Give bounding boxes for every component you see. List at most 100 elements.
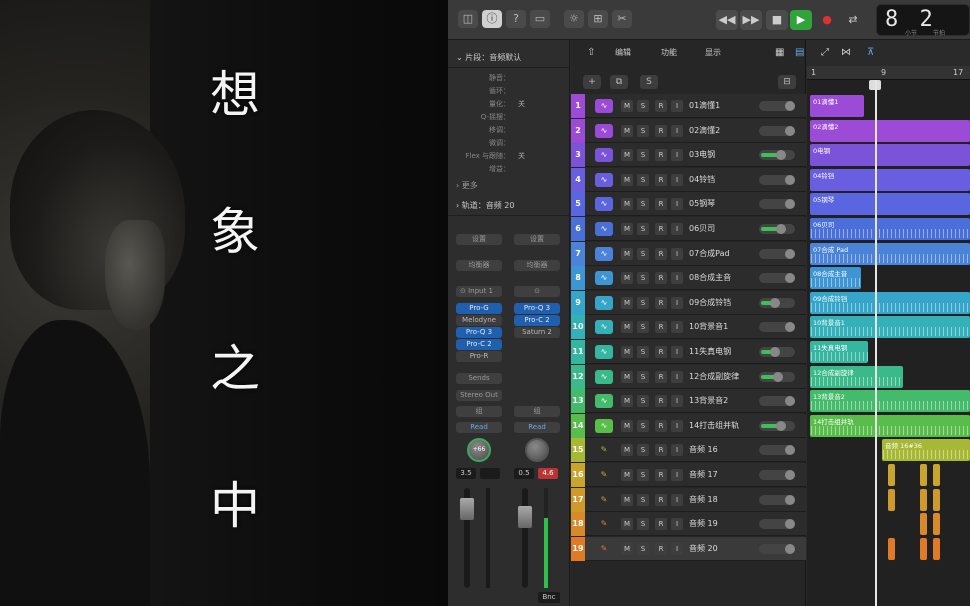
- playhead[interactable]: [875, 80, 877, 606]
- track-name[interactable]: 05钢琴: [689, 192, 715, 216]
- solo-button[interactable]: S: [637, 198, 649, 211]
- track-volume-slider[interactable]: [759, 420, 795, 431]
- track-volume-slider[interactable]: [759, 101, 795, 111]
- input-monitor-button[interactable]: I: [671, 272, 683, 285]
- track-name[interactable]: 14打击组并轨: [689, 414, 739, 438]
- track-header[interactable]: 3 ∿ M S R I 03电钢: [571, 143, 806, 168]
- track-header[interactable]: 7 ∿ M S R I 07合成Pad: [571, 241, 806, 266]
- audio-region[interactable]: 13背景音2: [810, 390, 970, 413]
- pan-knob[interactable]: +66: [467, 438, 491, 462]
- volume-knob[interactable]: [785, 199, 795, 210]
- audio-region-hit[interactable]: [933, 513, 940, 536]
- waveform-icon[interactable]: ∿: [595, 345, 613, 359]
- volume-fader[interactable]: [460, 498, 474, 520]
- audio-region[interactable]: 0电钢: [810, 144, 970, 167]
- solo-button[interactable]: S: [637, 542, 649, 555]
- audio-region[interactable]: 10背景音1: [810, 316, 970, 339]
- audio-region[interactable]: 02滴懂2: [810, 119, 970, 142]
- functions-menu[interactable]: 功能: [661, 47, 677, 58]
- mute-button[interactable]: M: [621, 518, 633, 531]
- track-header[interactable]: 13 ∿ M S R I 13背景音2: [571, 389, 806, 414]
- waveform-icon[interactable]: ∿: [595, 123, 613, 138]
- track-header[interactable]: 4 ∿ M S R I 04铃铛: [571, 167, 806, 192]
- track-volume-slider[interactable]: [759, 322, 795, 333]
- track-inspector-header[interactable]: › 轨道：音频 20: [448, 196, 570, 216]
- audio-region-hit[interactable]: [920, 537, 927, 560]
- waveform-icon[interactable]: ∿: [595, 99, 613, 113]
- solo-button[interactable]: S: [637, 493, 649, 506]
- track-header[interactable]: 9 ∿ M S R I 09合成铃铛: [571, 290, 806, 315]
- track-header[interactable]: 10 ∿ M S R I 10背景音1: [571, 315, 806, 340]
- output-slot[interactable]: Stereo Out: [456, 390, 502, 401]
- pencil-icon[interactable]: ✎: [595, 443, 613, 457]
- track-header[interactable]: 19 ✎ M S R I 音频 20: [571, 536, 806, 561]
- waveform-icon[interactable]: ∿: [595, 394, 613, 409]
- audio-region[interactable]: 11失真电钢: [810, 341, 868, 363]
- audio-region[interactable]: 06贝司: [810, 218, 970, 240]
- volume-knob[interactable]: [776, 150, 786, 161]
- solo-global-button[interactable]: S: [640, 75, 658, 89]
- track-name[interactable]: 11失真电钢: [689, 340, 731, 364]
- audio-region-hit[interactable]: [888, 464, 895, 486]
- pencil-icon[interactable]: ✎: [595, 493, 613, 507]
- waveform-icon[interactable]: ∿: [595, 222, 613, 236]
- setting-button[interactable]: 设置: [514, 234, 560, 245]
- input-monitor-button[interactable]: I: [671, 100, 683, 112]
- audio-region[interactable]: 音频 16#36: [882, 439, 970, 462]
- track-header[interactable]: 15 ✎ M S R I 音频 16: [571, 438, 806, 463]
- record-enable-button[interactable]: R: [655, 198, 667, 211]
- region-param-row[interactable]: 移调：: [448, 124, 570, 137]
- track-name[interactable]: 12合成副旋律: [689, 365, 739, 389]
- ruler[interactable]: 1 9 17: [807, 66, 970, 80]
- record-enable-button[interactable]: R: [655, 518, 667, 531]
- track-volume-slider[interactable]: [759, 519, 795, 530]
- audio-region[interactable]: 14打击组并轨: [810, 414, 970, 437]
- volume-fader[interactable]: [518, 506, 532, 528]
- track-name[interactable]: 06贝司: [689, 217, 715, 241]
- input-monitor-button[interactable]: I: [671, 419, 683, 432]
- plugin-slot[interactable]: Saturn 2: [514, 327, 560, 338]
- input-monitor-button[interactable]: I: [671, 370, 683, 383]
- lcd-display[interactable]: 8 2 小节 节拍: [876, 4, 970, 37]
- solo-button[interactable]: S: [637, 173, 649, 186]
- record-enable-button[interactable]: R: [655, 493, 667, 506]
- volume-knob[interactable]: [785, 125, 795, 136]
- solo-button[interactable]: S: [637, 223, 649, 235]
- solo-button[interactable]: S: [637, 346, 649, 358]
- solo-button[interactable]: S: [637, 419, 649, 432]
- sends-slot[interactable]: Sends: [456, 373, 502, 384]
- volume-knob[interactable]: [773, 371, 783, 382]
- volume-knob[interactable]: [785, 445, 795, 456]
- pencil-icon[interactable]: ✎: [595, 542, 613, 556]
- track-name[interactable]: 08合成主音: [689, 266, 731, 290]
- track-volume-slider[interactable]: [759, 224, 795, 234]
- undo-icon[interactable]: ⇧: [587, 47, 595, 58]
- input-monitor-button[interactable]: I: [671, 542, 683, 555]
- volume-knob[interactable]: [785, 470, 795, 480]
- library-icon[interactable]: ◫: [458, 10, 478, 28]
- rewind-icon[interactable]: ◀◀: [716, 10, 738, 30]
- mute-button[interactable]: M: [621, 370, 633, 383]
- audio-region[interactable]: 01滴懂1: [810, 95, 865, 117]
- audio-region-hit[interactable]: [920, 513, 927, 536]
- track-name[interactable]: 音频 18: [689, 488, 718, 512]
- track-volume-slider[interactable]: [759, 445, 795, 456]
- track-volume-slider[interactable]: [759, 125, 795, 136]
- input-monitor-button[interactable]: I: [671, 247, 683, 260]
- record-enable-button[interactable]: R: [655, 223, 667, 235]
- plugin-slot[interactable]: Pro-Q 3: [514, 303, 560, 314]
- solo-button[interactable]: S: [637, 321, 649, 334]
- waveform-icon[interactable]: ∿: [595, 197, 613, 212]
- record-enable-button[interactable]: R: [655, 419, 667, 432]
- record-enable-button[interactable]: R: [655, 100, 667, 112]
- mute-button[interactable]: M: [621, 173, 633, 186]
- pencil-icon[interactable]: ✎: [595, 517, 613, 531]
- solo-button[interactable]: S: [637, 272, 649, 285]
- track-name[interactable]: 03电钢: [689, 143, 715, 167]
- record-enable-button[interactable]: R: [655, 247, 667, 260]
- waveform-icon[interactable]: ∿: [595, 295, 613, 310]
- mute-button[interactable]: M: [621, 198, 633, 211]
- snap-icon[interactable]: ⊼: [867, 47, 874, 58]
- track-volume-slider[interactable]: [759, 470, 795, 480]
- record-enable-button[interactable]: R: [655, 296, 667, 309]
